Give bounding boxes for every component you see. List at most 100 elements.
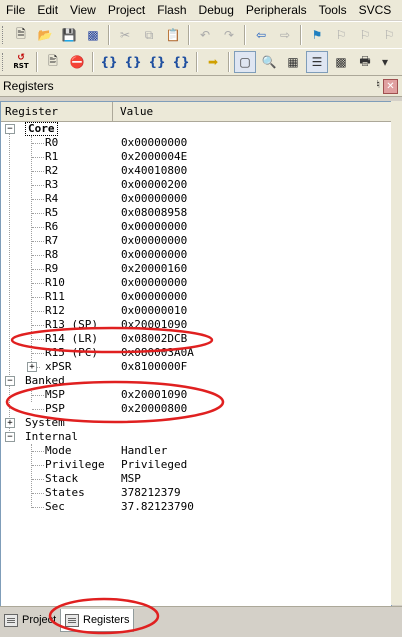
register-value[interactable]: 0x20000160 <box>121 262 187 276</box>
register-value[interactable]: 0x20001090 <box>121 388 187 402</box>
register-row[interactable]: R12 0x00000010 <box>1 304 391 318</box>
paste-icon[interactable]: 📋 <box>162 24 184 46</box>
show-next-statement-icon[interactable]: ➡ <box>202 51 224 73</box>
toolbar-grip[interactable] <box>2 53 6 71</box>
pin-icon[interactable]: ♮ <box>376 78 380 91</box>
close-icon[interactable]: ✕ <box>383 79 398 94</box>
menu-file[interactable]: File <box>0 3 31 17</box>
step-into-icon[interactable]: {} <box>98 51 120 73</box>
call-stack-window-icon[interactable]: ▩ <box>330 51 352 73</box>
register-row[interactable]: R4 0x00000000 <box>1 192 391 206</box>
expand-icon[interactable]: + <box>5 418 15 428</box>
register-row[interactable]: R0 0x00000000 <box>1 136 391 150</box>
register-row[interactable]: R5 0x08008958 <box>1 206 391 220</box>
menu-svcs[interactable]: SVCS <box>353 3 398 17</box>
collapse-icon[interactable]: − <box>5 124 15 134</box>
register-value[interactable]: 0x40010800 <box>121 164 187 178</box>
tree-group-banked[interactable]: − Banked <box>1 374 391 388</box>
register-row[interactable]: Sec 37.82123790 <box>1 500 391 514</box>
register-row[interactable]: R13 (SP) 0x20001090 <box>1 318 391 332</box>
register-row[interactable]: R14 (LR) 0x08002DCB <box>1 332 391 346</box>
tab-project[interactable]: Project <box>0 609 60 631</box>
register-row[interactable]: R8 0x00000000 <box>1 248 391 262</box>
tree-group-internal[interactable]: − Internal <box>1 430 391 444</box>
register-row[interactable]: Mode Handler <box>1 444 391 458</box>
register-row[interactable]: R10 0x00000000 <box>1 276 391 290</box>
tree-group-system[interactable]: + System <box>1 416 391 430</box>
run-to-cursor-icon[interactable]: {} <box>170 51 192 73</box>
registers-window-icon[interactable]: ☰ <box>306 51 328 73</box>
register-value[interactable]: Handler <box>121 444 167 458</box>
toolbar-grip[interactable] <box>2 26 6 44</box>
menu-view[interactable]: View <box>64 3 102 17</box>
register-value[interactable]: 37.82123790 <box>121 500 194 514</box>
redo-icon[interactable]: ↷ <box>218 24 240 46</box>
disassembly-window-icon[interactable]: 🔍 <box>258 51 280 73</box>
register-value[interactable]: 0x00000000 <box>121 234 187 248</box>
register-row[interactable]: Privilege Privileged <box>1 458 391 472</box>
step-over-icon[interactable]: {} <box>122 51 144 73</box>
command-window-icon[interactable]: ▢ <box>234 51 256 73</box>
column-header-register[interactable]: Register <box>1 102 113 121</box>
register-row[interactable]: + xPSR 0x8100000F <box>1 360 391 374</box>
register-value[interactable]: 0x08008958 <box>121 206 187 220</box>
menu-edit[interactable]: Edit <box>31 3 64 17</box>
copy-icon[interactable]: ⧉ <box>138 24 160 46</box>
stop-icon[interactable]: ⛔ <box>66 51 88 73</box>
collapse-icon[interactable]: − <box>5 432 15 442</box>
symbols-window-icon[interactable]: ▦ <box>282 51 304 73</box>
register-value[interactable]: 378212379 <box>121 486 181 500</box>
menu-tools[interactable]: Tools <box>313 3 353 17</box>
register-value[interactable]: 0x080003A0A <box>121 346 194 360</box>
register-value[interactable]: 0x00000000 <box>121 192 187 206</box>
nav-back-icon[interactable]: ⇦ <box>250 24 272 46</box>
register-value[interactable]: MSP <box>121 472 141 486</box>
register-value[interactable]: 0x00000200 <box>121 178 187 192</box>
save-all-icon[interactable]: ▩ <box>82 24 104 46</box>
step-out-icon[interactable]: {} <box>146 51 168 73</box>
register-value[interactable]: 0x8100000F <box>121 360 187 374</box>
tab-registers[interactable]: Registers <box>60 609 135 632</box>
register-row[interactable]: R15 (PC) 0x080003A0A <box>1 346 391 360</box>
register-value[interactable]: 0x08002DCB <box>121 332 187 346</box>
register-value[interactable]: 0x20001090 <box>121 318 187 332</box>
bookmark-prev-icon[interactable]: ⚐ <box>330 24 352 46</box>
register-row[interactable]: R3 0x00000200 <box>1 178 391 192</box>
menu-debug[interactable]: Debug <box>193 3 240 17</box>
menu-peripherals[interactable]: Peripherals <box>240 3 313 17</box>
register-value[interactable]: Privileged <box>121 458 187 472</box>
memory-window-icon[interactable]: ▾ <box>378 51 392 73</box>
cut-icon[interactable]: ✂ <box>114 24 136 46</box>
undo-icon[interactable]: ↶ <box>194 24 216 46</box>
menu-flash[interactable]: Flash <box>151 3 192 17</box>
register-value[interactable]: 0x00000010 <box>121 304 187 318</box>
register-value[interactable]: 0x00000000 <box>121 276 187 290</box>
bookmark-icon[interactable]: ⚑ <box>306 24 328 46</box>
watch-window-icon[interactable]: 🖶 <box>354 51 376 73</box>
register-value[interactable]: 0x00000000 <box>121 248 187 262</box>
nav-forward-icon[interactable]: ⇨ <box>274 24 296 46</box>
register-value[interactable]: 0x00000000 <box>121 290 187 304</box>
menu-project[interactable]: Project <box>102 3 151 17</box>
save-icon[interactable]: 💾 <box>58 24 80 46</box>
expand-icon[interactable]: + <box>27 362 37 372</box>
register-row[interactable]: MSP 0x20001090 <box>1 388 391 402</box>
register-row[interactable]: R11 0x00000000 <box>1 290 391 304</box>
new-file-icon[interactable]: 🗎 <box>10 24 32 46</box>
run-icon[interactable]: 🖹 <box>42 51 64 73</box>
open-folder-icon[interactable]: 📂 <box>34 24 56 46</box>
right-scrollbar[interactable] <box>391 101 402 605</box>
register-row[interactable]: States 378212379 <box>1 486 391 500</box>
collapse-icon[interactable]: − <box>5 376 15 386</box>
bookmark-clear-icon[interactable]: ⚐ <box>378 24 400 46</box>
register-value[interactable]: 0x20000800 <box>121 402 187 416</box>
register-row[interactable]: R9 0x20000160 <box>1 262 391 276</box>
tree-group-core[interactable]: − Core <box>1 122 391 136</box>
register-row[interactable]: R7 0x00000000 <box>1 234 391 248</box>
register-row[interactable]: R1 0x2000004E <box>1 150 391 164</box>
register-row[interactable]: R2 0x40010800 <box>1 164 391 178</box>
register-row[interactable]: Stack MSP <box>1 472 391 486</box>
column-header-value[interactable]: Value <box>114 102 391 121</box>
register-row[interactable]: R6 0x00000000 <box>1 220 391 234</box>
register-value[interactable]: 0x2000004E <box>121 150 187 164</box>
